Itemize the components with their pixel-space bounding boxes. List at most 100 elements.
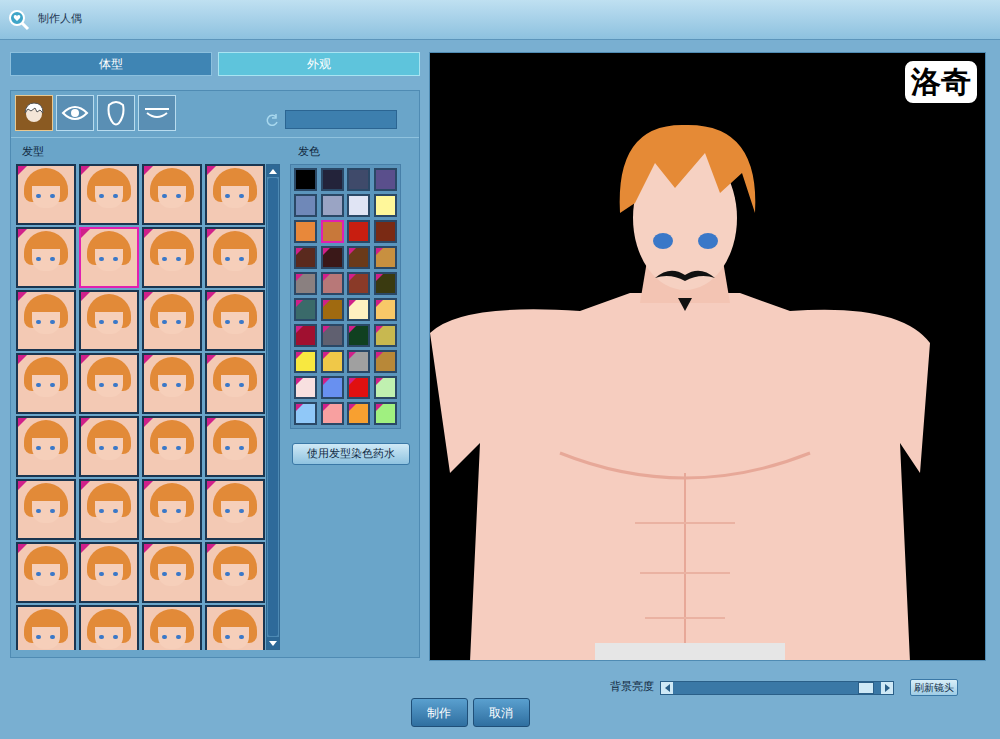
hair-style-thumbnail[interactable] (16, 164, 76, 225)
hair-color-swatch[interactable] (321, 168, 344, 191)
hair-style-thumbnail[interactable] (16, 542, 76, 603)
hair-style-thumbnail[interactable] (79, 479, 139, 540)
hair-color-swatch[interactable] (347, 402, 370, 425)
left-panel: 体型外观发型发色使用发型染色药水 (10, 52, 420, 661)
hair-color-swatch[interactable] (321, 376, 344, 399)
hair-color-swatch[interactable] (321, 272, 344, 295)
hair-color-swatch[interactable] (374, 272, 397, 295)
hair-style-thumbnail[interactable] (16, 290, 76, 351)
hair-color-swatch[interactable] (294, 168, 317, 191)
badge-icon (323, 274, 330, 281)
badge-icon (376, 274, 383, 281)
hair-color-swatch[interactable] (347, 168, 370, 191)
hair-style-thumbnail[interactable] (79, 605, 139, 650)
hair-style-thumbnail[interactable] (79, 227, 139, 288)
hair-style-thumbnail[interactable] (205, 227, 265, 288)
hair-color-swatch[interactable] (347, 298, 370, 321)
hair-style-thumbnail[interactable] (16, 605, 76, 650)
hair-color-swatch[interactable] (321, 350, 344, 373)
hair-style-thumbnail[interactable] (205, 542, 265, 603)
badge-icon (81, 355, 90, 364)
right-arrow-icon[interactable] (885, 684, 890, 692)
hair-color-swatch[interactable] (374, 298, 397, 321)
hair-color-swatch[interactable] (347, 376, 370, 399)
hair-style-thumbnail[interactable] (205, 479, 265, 540)
down-arrow-icon[interactable] (269, 641, 277, 646)
hair-color-swatch[interactable] (321, 220, 344, 243)
scroll-thumb[interactable] (268, 178, 278, 636)
dye-button[interactable]: 使用发型染色药水 (292, 443, 410, 465)
part-tab[interactable] (138, 95, 176, 131)
hair-style-thumbnail[interactable] (79, 164, 139, 225)
hair-color-swatch[interactable] (294, 402, 317, 425)
hair-color-swatch[interactable] (347, 246, 370, 269)
title-bar[interactable]: 制作人偶 (0, 0, 1000, 40)
part-tab[interactable] (56, 95, 94, 131)
slider-thumb[interactable] (858, 682, 874, 694)
action-button[interactable]: 取消 (473, 698, 530, 727)
hair-style-thumbnail[interactable] (142, 164, 202, 225)
hair-style-thumbnail[interactable] (205, 164, 265, 225)
hair-color-swatch[interactable] (294, 194, 317, 217)
part-tab[interactable] (15, 95, 53, 131)
brightness-slider[interactable] (660, 681, 894, 695)
badge-icon (349, 300, 356, 307)
hair-style-thumbnail[interactable] (142, 290, 202, 351)
hair-style-thumbnail[interactable] (205, 605, 265, 650)
hair-style-thumbnail[interactable] (79, 353, 139, 414)
hair-color-swatch[interactable] (294, 350, 317, 373)
hair-color-swatch[interactable] (374, 324, 397, 347)
hair-color-swatch[interactable] (321, 246, 344, 269)
refresh-icon[interactable] (265, 113, 279, 127)
hair-style-thumbnail[interactable] (79, 290, 139, 351)
hair-color-swatch[interactable] (374, 402, 397, 425)
hair-color-swatch[interactable] (294, 298, 317, 321)
hair-color-swatch[interactable] (321, 402, 344, 425)
hair-color-swatch[interactable] (374, 220, 397, 243)
hair-style-thumbnail[interactable] (205, 290, 265, 351)
hair-color-swatch[interactable] (294, 272, 317, 295)
refresh-camera-button[interactable]: 刷新镜头 (910, 679, 958, 696)
hair-color-swatch[interactable] (374, 350, 397, 373)
hair-style-thumbnail[interactable] (142, 416, 202, 477)
hair-style-thumbnail[interactable] (142, 542, 202, 603)
hair-color-swatch[interactable] (374, 246, 397, 269)
hair-color-grid (290, 164, 401, 429)
hair-color-swatch[interactable] (294, 324, 317, 347)
hair-color-swatch[interactable] (347, 324, 370, 347)
hair-style-thumbnail[interactable] (79, 542, 139, 603)
hair-style-thumbnail[interactable] (16, 227, 76, 288)
tab[interactable]: 外观 (218, 52, 420, 76)
part-tab[interactable] (97, 95, 135, 131)
hair-color-swatch[interactable] (321, 298, 344, 321)
hair-color-swatch[interactable] (374, 194, 397, 217)
hair-style-thumbnail[interactable] (142, 353, 202, 414)
hair-color-swatch[interactable] (347, 272, 370, 295)
action-button[interactable]: 制作 (411, 698, 468, 727)
hair-style-thumbnail[interactable] (16, 479, 76, 540)
hair-style-thumbnail[interactable] (79, 416, 139, 477)
character-preview[interactable]: 洛奇 (429, 52, 986, 661)
left-arrow-icon[interactable] (665, 684, 670, 692)
hair-color-swatch[interactable] (294, 246, 317, 269)
hair-style-thumbnail[interactable] (142, 479, 202, 540)
hair-color-swatch[interactable] (347, 194, 370, 217)
up-arrow-icon[interactable] (269, 169, 277, 174)
hair-color-swatch[interactable] (374, 168, 397, 191)
scrollbar[interactable] (266, 164, 280, 650)
hair-style-thumbnail[interactable] (16, 353, 76, 414)
hair-color-swatch[interactable] (321, 324, 344, 347)
hair-style-thumbnail[interactable] (16, 416, 76, 477)
hair-style-thumbnail[interactable] (142, 227, 202, 288)
hair-color-swatch[interactable] (374, 376, 397, 399)
tab[interactable]: 体型 (10, 52, 212, 76)
hair-color-swatch[interactable] (294, 220, 317, 243)
hair-color-swatch[interactable] (347, 350, 370, 373)
hair-color-swatch[interactable] (294, 376, 317, 399)
hair-color-swatch[interactable] (347, 220, 370, 243)
search-field[interactable] (285, 110, 397, 129)
hair-style-thumbnail[interactable] (205, 416, 265, 477)
hair-color-swatch[interactable] (321, 194, 344, 217)
hair-style-thumbnail[interactable] (142, 605, 202, 650)
hair-style-thumbnail[interactable] (205, 353, 265, 414)
